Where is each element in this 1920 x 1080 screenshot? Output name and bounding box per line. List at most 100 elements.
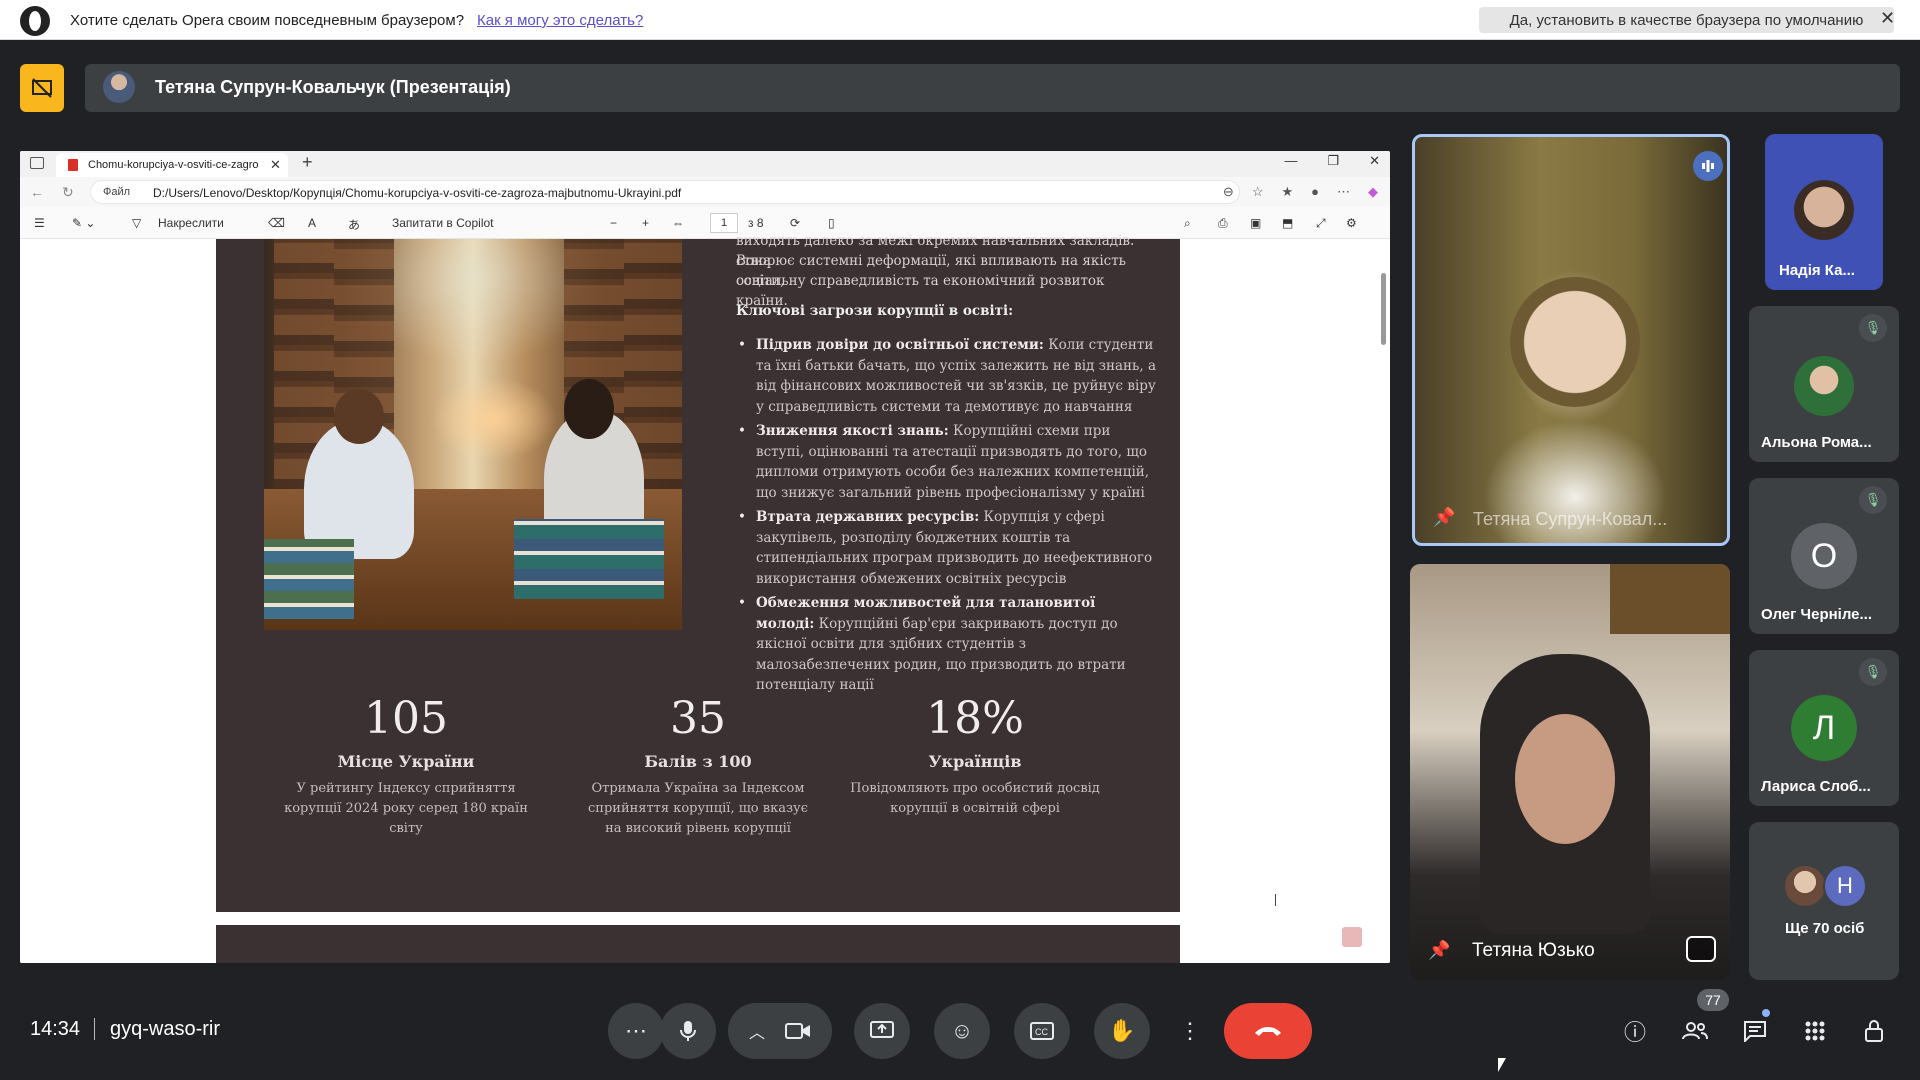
- tab-title: Chomu-korupciya-v-osviti-ce-zagroza-majb…: [88, 159, 258, 171]
- chat-notification-dot: [1762, 1009, 1770, 1017]
- list-item: Підрив довіри до освітньої системи: Коли…: [736, 335, 1156, 417]
- participant-tile[interactable]: 🎙 Л Лариса Слоб...: [1749, 650, 1899, 806]
- pdf-viewport[interactable]: виходять далеко за межі окремих навчальн…: [20, 233, 1390, 963]
- sidebar-toggle-icon[interactable]: [30, 157, 44, 169]
- stop-presenting-icon[interactable]: [20, 64, 64, 112]
- library-students-image: [264, 239, 682, 630]
- copilot-icon[interactable]: ◆: [1368, 184, 1378, 200]
- save-as-icon[interactable]: ⬒: [1282, 216, 1293, 230]
- draw-icon[interactable]: ▽: [132, 216, 141, 230]
- participant-name: Лариса Слоб...: [1761, 778, 1871, 795]
- page-view-icon[interactable]: ▯: [828, 216, 835, 230]
- mic-off-icon: 🎙: [1859, 314, 1887, 342]
- rotate-icon[interactable]: ⟳: [790, 216, 800, 230]
- stat-rank: 105 Місце України У рейтингу Індексу спр…: [284, 693, 528, 836]
- minimize-icon[interactable]: —: [1284, 153, 1297, 169]
- participant-name: Надія Ка...: [1779, 262, 1855, 279]
- new-tab-icon[interactable]: +: [302, 152, 313, 173]
- participant-tile-large[interactable]: 📌 Тетяна Юзько: [1410, 564, 1730, 980]
- close-icon[interactable]: ✕: [1880, 8, 1895, 29]
- opera-how-link[interactable]: Как я могу это сделать?: [477, 12, 643, 29]
- participant-name: Альона Рома...: [1761, 434, 1872, 451]
- pdf-next-page: [216, 925, 1180, 963]
- mouse-cursor-icon: [1498, 1058, 1506, 1072]
- participant-tile[interactable]: 🎙 О Олег Черніле...: [1749, 478, 1899, 634]
- window-close-icon[interactable]: ✕: [1369, 153, 1380, 169]
- opera-logo-icon: [20, 6, 50, 36]
- more-participants-tile[interactable]: Н Ще 70 осіб: [1749, 822, 1899, 980]
- host-controls-icon[interactable]: [1858, 1014, 1892, 1048]
- shared-screen: Chomu-korupciya-v-osviti-ce-zagroza-majb…: [20, 151, 1390, 963]
- speaking-indicator-icon: [1693, 151, 1723, 181]
- page-number-input[interactable]: 1: [710, 213, 738, 233]
- threats-heading: Ключові загрози корупції в освіті:: [736, 303, 1014, 319]
- emoji-icon[interactable]: ☺: [934, 1003, 990, 1059]
- divider: [94, 1018, 95, 1040]
- eraser-icon[interactable]: ⌫: [268, 216, 285, 230]
- fullscreen-icon[interactable]: ⤢: [1316, 216, 1326, 231]
- list-item: Зниження якості знань: Корупційні схеми …: [736, 421, 1156, 503]
- people-icon[interactable]: [1678, 1014, 1712, 1048]
- picture-in-picture-icon[interactable]: [1686, 936, 1716, 962]
- captions-icon[interactable]: CC: [1014, 1003, 1070, 1059]
- browser-tab[interactable]: Chomu-korupciya-v-osviti-ce-zagroza-majb…: [56, 153, 288, 177]
- picture-frame: [1610, 564, 1730, 634]
- browser-tabstrip: Chomu-korupciya-v-osviti-ce-zagroza-majb…: [20, 151, 1390, 177]
- back-icon[interactable]: ←: [30, 184, 44, 200]
- restore-icon[interactable]: ❐: [1327, 153, 1339, 169]
- favorite-star-icon[interactable]: ☆: [1252, 184, 1264, 200]
- chevron-up-icon[interactable]: ︿: [749, 1019, 765, 1043]
- participant-tile[interactable]: 🎙 Альона Рома...: [1749, 306, 1899, 462]
- translate-icon[interactable]: あ: [348, 216, 360, 233]
- set-default-browser-button[interactable]: Да, установить в качестве браузера по ум…: [1479, 7, 1894, 33]
- print-icon[interactable]: ⎙: [1218, 216, 1228, 231]
- zoom-out-icon[interactable]: −: [610, 216, 617, 230]
- participant-face: [1515, 714, 1615, 844]
- pdf-scrollbar[interactable]: [1378, 239, 1388, 963]
- avatar: Л: [1791, 695, 1857, 761]
- avatar: Н: [1823, 864, 1867, 908]
- pdf-page: виходять далеко за межі окремих навчальн…: [216, 233, 1180, 912]
- stat-score: 35 Балів з 100 Отримала Україна за Індек…: [588, 693, 808, 836]
- refresh-icon[interactable]: ↻: [62, 184, 74, 201]
- speaker-tile[interactable]: 📌 Тетяна Супрун-Ковал...: [1412, 134, 1730, 546]
- favorites-icon[interactable]: ★: [1281, 184, 1293, 200]
- chat-icon[interactable]: [1738, 1014, 1772, 1048]
- tab-close-icon[interactable]: ✕: [270, 157, 281, 173]
- page-total: з 8: [748, 216, 764, 230]
- copilot-button[interactable]: Запитати в Copilot: [392, 216, 494, 230]
- zoom-in-icon[interactable]: +: [642, 216, 649, 230]
- present-screen-icon[interactable]: [854, 1003, 910, 1059]
- profile-icon[interactable]: ●: [1311, 184, 1319, 200]
- read-aloud-icon[interactable]: A: [308, 216, 316, 230]
- raise-hand-icon[interactable]: ✋: [1094, 1003, 1150, 1059]
- fit-page-icon[interactable]: ⇔: [672, 216, 684, 230]
- pin-icon: 📌: [1428, 940, 1451, 960]
- contents-icon[interactable]: ☰: [34, 216, 45, 230]
- more-icon[interactable]: ⋯: [1337, 184, 1350, 200]
- search-icon[interactable]: ⌕: [1184, 216, 1191, 231]
- participant-tile[interactable]: Надія Ка...: [1765, 134, 1883, 290]
- info-icon[interactable]: ⓘ: [1618, 1014, 1652, 1048]
- avatar: [1794, 356, 1854, 416]
- opera-prompt-text: Хотите сделать Opera своим повседневным …: [70, 12, 465, 29]
- highlight-icon[interactable]: ✎ ⌄: [72, 216, 95, 230]
- more-options-left-icon[interactable]: ⋯: [608, 1003, 664, 1059]
- microphone-icon[interactable]: [660, 1003, 716, 1059]
- url-field[interactable]: Файл D:/Users/Lenovo/Desktop/Корупція/Ch…: [90, 180, 1240, 204]
- activities-icon[interactable]: [1798, 1014, 1832, 1048]
- draw-button[interactable]: Накреслити: [158, 216, 224, 230]
- window-controls: — ❐ ✕: [1284, 153, 1380, 169]
- save-icon[interactable]: ▣: [1250, 216, 1261, 230]
- presenter-avatar: [103, 71, 135, 103]
- adobe-icon: [1342, 927, 1362, 947]
- zoom-icon[interactable]: ⊖: [1223, 184, 1234, 200]
- more-options-icon[interactable]: ⋮: [1170, 1003, 1210, 1059]
- camera-control[interactable]: ︿: [728, 1003, 832, 1059]
- participant-name: Тетяна Юзько: [1472, 940, 1595, 961]
- settings-icon[interactable]: ⚙: [1346, 216, 1357, 230]
- people-count-badge: 77: [1697, 989, 1729, 1011]
- camera-icon: [785, 1023, 810, 1039]
- end-call-button[interactable]: [1224, 1003, 1312, 1059]
- list-item: Втрата державних ресурсів: Корупція у сф…: [736, 507, 1156, 589]
